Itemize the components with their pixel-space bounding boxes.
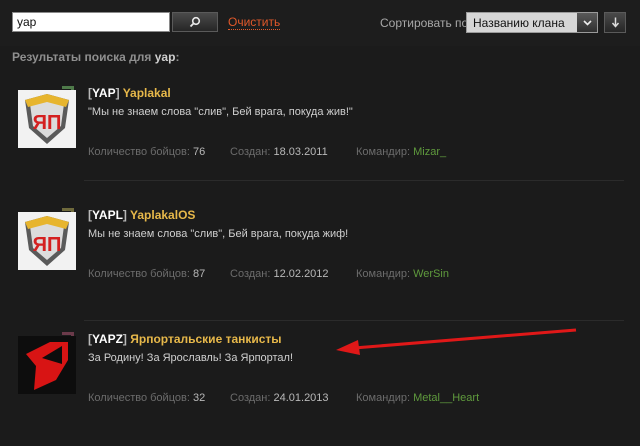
sort-label: Сортировать по: [380, 16, 472, 30]
clan-members: Количество бойцов: 32 [88, 392, 205, 404]
sort-direction-button[interactable] [604, 12, 626, 33]
clan-title[interactable]: [YAPL] YaplakalOS [88, 208, 195, 222]
clan-tag: YAP [92, 86, 116, 100]
members-label: Количество бойцов: [88, 392, 190, 404]
clan-motto: За Родину! За Ярославль! За Ярпортал! [88, 352, 294, 364]
created-value: 18.03.2011 [273, 146, 328, 158]
clan-tag: YAPL [92, 208, 123, 222]
members-label: Количество бойцов: [88, 268, 190, 280]
clear-link[interactable]: Очистить [228, 16, 281, 30]
clan-result[interactable]: [YAPZ] Ярпортальские танкисты За Родину!… [0, 332, 640, 412]
arrow-down-icon [611, 17, 619, 28]
clan-commander: Командир: Metal__Heart [356, 392, 479, 404]
clan-tag: YAPZ [92, 332, 123, 346]
magnifier-icon [189, 16, 201, 28]
commander-link[interactable]: Mizar_ [413, 146, 446, 158]
clan-name: Ярпортальские танкисты [130, 332, 282, 346]
members-value: 32 [192, 392, 206, 404]
commander-label: Командир: [356, 392, 411, 404]
sort-select[interactable]: Названию клана [466, 12, 598, 33]
clan-motto: "Мы не знаем слова "слив", Бей врага, по… [88, 106, 353, 118]
clan-commander: Командир: WerSin [356, 268, 449, 280]
clan-name: Yaplakal [122, 86, 171, 100]
search-toolbar: Очистить Сортировать по: Названию клана [0, 0, 640, 46]
clan-created: Создан: 24.01.2013 [230, 392, 329, 404]
members-value: 76 [192, 146, 206, 158]
sort-selected-value: Названию клана [473, 16, 565, 30]
clan-emblem: ЯП [18, 212, 76, 270]
svg-text:ЯП: ЯП [33, 112, 62, 134]
results-heading: Результаты поиска для yap: [12, 50, 179, 64]
created-label: Создан: [230, 268, 271, 280]
results-heading-suffix: : [175, 50, 180, 64]
search-input[interactable] [12, 12, 170, 32]
result-divider [84, 320, 624, 321]
clan-members: Количество бойцов: 87 [88, 268, 205, 280]
clan-emblem: ЯП [18, 90, 76, 148]
clan-emblem [18, 336, 76, 394]
search-button[interactable] [172, 12, 218, 32]
results-heading-query: yap [154, 50, 176, 64]
created-label: Создан: [230, 392, 271, 404]
results-heading-prefix: Результаты поиска для [12, 50, 152, 64]
clan-result[interactable]: ЯП [YAPL] YaplakalOS Мы не знаем слова "… [0, 208, 640, 288]
created-value: 12.02.2012 [273, 268, 329, 280]
result-divider [84, 180, 624, 181]
commander-label: Командир: [356, 268, 411, 280]
commander-label: Командир: [356, 146, 411, 158]
created-value: 24.01.2013 [273, 392, 329, 404]
members-label: Количество бойцов: [88, 146, 190, 158]
clan-created: Создан: 18.03.2011 [230, 146, 328, 158]
clan-created: Создан: 12.02.2012 [230, 268, 329, 280]
clan-title[interactable]: [YAPZ] Ярпортальские танкисты [88, 332, 282, 346]
clan-result[interactable]: ЯП [YAP] Yaplakal "Мы не знаем слова "сл… [0, 86, 640, 166]
svg-text:ЯП: ЯП [33, 234, 62, 256]
chevron-down-icon [577, 13, 597, 32]
commander-link[interactable]: Metal__Heart [413, 392, 479, 404]
clan-commander: Командир: Mizar_ [356, 146, 446, 158]
members-value: 87 [192, 268, 206, 280]
commander-link[interactable]: WerSin [413, 268, 449, 280]
clan-title[interactable]: [YAP] Yaplakal [88, 86, 171, 100]
created-label: Создан: [230, 146, 271, 158]
clan-motto: Мы не знаем слова "слив", Бей врага, пок… [88, 228, 349, 240]
clan-name: YaplakalOS [130, 208, 196, 222]
clan-members: Количество бойцов: 76 [88, 146, 205, 158]
